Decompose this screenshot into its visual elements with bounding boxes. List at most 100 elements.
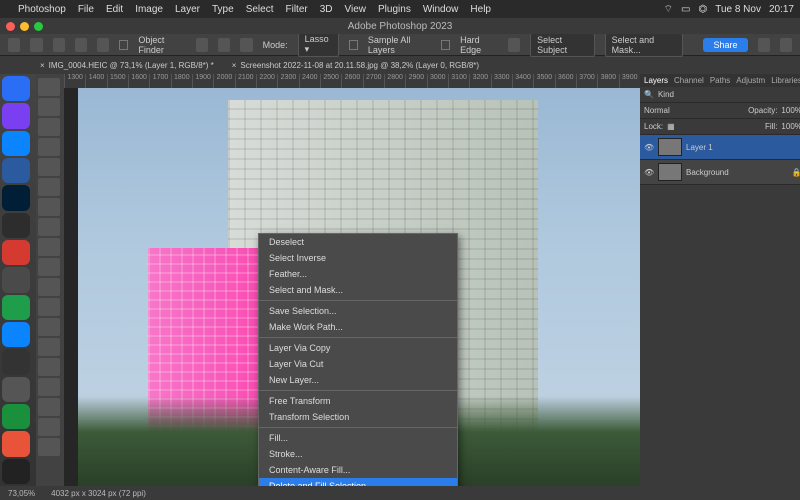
context-menu-item[interactable]: Delete and Fill Selection	[259, 478, 457, 486]
close-tab-icon[interactable]: ×	[232, 61, 237, 70]
stamp-tool-icon[interactable]	[38, 258, 60, 276]
layer-name[interactable]: Background	[686, 168, 729, 177]
menu-file[interactable]: File	[78, 4, 94, 15]
path-tool-icon[interactable]	[38, 418, 60, 436]
selection-mode-new-icon[interactable]	[53, 38, 65, 52]
home-icon[interactable]	[8, 38, 20, 52]
hard-edge-checkbox[interactable]	[441, 40, 450, 50]
dock-app[interactable]	[2, 295, 30, 320]
context-menu-item[interactable]: Deselect	[259, 234, 457, 250]
panel-tab-channels[interactable]: Channel	[674, 76, 704, 85]
history-brush-tool-icon[interactable]	[38, 278, 60, 296]
mode-select[interactable]: Lasso ▾	[298, 32, 339, 57]
panel-tab-paths[interactable]: Paths	[710, 76, 730, 85]
dock-app[interactable]	[2, 404, 30, 429]
panel-tab-adjust[interactable]: Adjustm	[736, 76, 765, 85]
visibility-icon[interactable]: 👁	[644, 168, 654, 177]
blur-tool-icon[interactable]	[38, 338, 60, 356]
menu-type[interactable]: Type	[212, 4, 234, 15]
context-menu-item[interactable]: Layer Via Cut	[259, 356, 457, 372]
minimize-window-button[interactable]	[20, 22, 29, 31]
visibility-icon[interactable]: 👁	[644, 143, 654, 152]
object-finder-checkbox[interactable]	[119, 40, 128, 50]
lasso-tool-icon[interactable]	[38, 118, 60, 136]
menu-select[interactable]: Select	[246, 4, 274, 15]
dock-app[interactable]	[2, 431, 30, 456]
close-tab-icon[interactable]: ×	[40, 61, 45, 70]
search-icon[interactable]: 🔍	[644, 90, 654, 99]
context-menu-item[interactable]: Select Inverse	[259, 250, 457, 266]
marquee-tool-icon[interactable]	[38, 98, 60, 116]
panel-tab-libraries[interactable]: Libraries	[771, 76, 800, 85]
frame-tool-icon[interactable]	[38, 178, 60, 196]
crop-tool-icon[interactable]	[38, 158, 60, 176]
close-window-button[interactable]	[6, 22, 15, 31]
context-menu-item[interactable]: Make Work Path...	[259, 319, 457, 335]
brush-tool-icon[interactable]	[38, 238, 60, 256]
dock-app[interactable]	[2, 349, 30, 374]
feedback-icon[interactable]	[508, 38, 520, 52]
menu-photoshop[interactable]: Photoshop	[18, 4, 66, 15]
type-tool-icon[interactable]	[38, 398, 60, 416]
heal-tool-icon[interactable]	[38, 218, 60, 236]
menu-image[interactable]: Image	[135, 4, 163, 15]
refresh-icon[interactable]	[196, 38, 208, 52]
dock-app[interactable]	[2, 131, 30, 156]
menu-filter[interactable]: Filter	[285, 4, 307, 15]
tool-preset-icon[interactable]	[30, 38, 42, 52]
dodge-tool-icon[interactable]	[38, 358, 60, 376]
dock-app-lightroom[interactable]	[2, 213, 30, 238]
context-menu-item[interactable]: Transform Selection	[259, 409, 457, 425]
context-menu-item[interactable]: Layer Via Copy	[259, 340, 457, 356]
dock-app[interactable]	[2, 322, 30, 347]
lock-pixels-icon[interactable]: ▦	[667, 122, 675, 131]
maximize-window-button[interactable]	[34, 22, 43, 31]
dock-app[interactable]	[2, 459, 30, 484]
opacity-value[interactable]: 100%	[781, 106, 800, 115]
gear-icon[interactable]	[240, 38, 252, 52]
fill-value[interactable]: 100%	[781, 122, 800, 131]
context-menu-item[interactable]: New Layer...	[259, 372, 457, 388]
select-and-mask-button[interactable]: Select and Mask...	[605, 33, 684, 57]
dock-app-photoshop[interactable]	[2, 185, 30, 210]
dock-app-finder[interactable]	[2, 76, 30, 101]
blend-mode-select[interactable]: Normal	[644, 106, 670, 115]
eraser-tool-icon[interactable]	[38, 298, 60, 316]
context-menu-item[interactable]: Content-Aware Fill...	[259, 462, 457, 478]
workspace-icon[interactable]	[780, 38, 792, 52]
pen-tool-icon[interactable]	[38, 378, 60, 396]
layer-name[interactable]: Layer 1	[686, 143, 713, 152]
context-menu-item[interactable]: Select and Mask...	[259, 282, 457, 298]
menu-3d[interactable]: 3D	[320, 4, 333, 15]
dock-app[interactable]	[2, 377, 30, 402]
menu-help[interactable]: Help	[470, 4, 491, 15]
search-icon[interactable]	[758, 38, 770, 52]
share-button[interactable]: Share	[703, 38, 747, 52]
context-menu-item[interactable]: Free Transform	[259, 393, 457, 409]
layer-thumbnail[interactable]	[658, 138, 682, 156]
selection-mode-add-icon[interactable]	[75, 38, 87, 52]
control-center-icon[interactable]: ⏣	[698, 4, 707, 15]
context-menu-item[interactable]: Feather...	[259, 266, 457, 282]
menu-plugins[interactable]: Plugins	[378, 4, 411, 15]
battery-icon[interactable]: ▭	[681, 4, 690, 15]
shape-tool-icon[interactable]	[38, 438, 60, 456]
layer-thumbnail[interactable]	[658, 163, 682, 181]
canvas[interactable]: DeselectSelect InverseFeather...Select a…	[78, 88, 640, 486]
menu-window[interactable]: Window	[423, 4, 459, 15]
menu-edit[interactable]: Edit	[106, 4, 123, 15]
select-subject-button[interactable]: Select Subject	[530, 33, 594, 57]
sample-all-checkbox[interactable]	[349, 40, 358, 50]
menu-layer[interactable]: Layer	[175, 4, 200, 15]
object-select-tool-icon[interactable]	[38, 138, 60, 156]
overlay-icon[interactable]	[218, 38, 230, 52]
dock-app[interactable]	[2, 240, 30, 265]
kind-filter[interactable]: Kind	[658, 90, 674, 99]
panel-tab-layers[interactable]: Layers	[644, 76, 668, 85]
menu-view[interactable]: View	[345, 4, 367, 15]
move-tool-icon[interactable]	[38, 78, 60, 96]
context-menu-item[interactable]: Stroke...	[259, 446, 457, 462]
layer-row[interactable]: 👁 Layer 1	[640, 135, 800, 160]
eyedropper-tool-icon[interactable]	[38, 198, 60, 216]
menubar-date[interactable]: Tue 8 Nov	[715, 4, 761, 15]
